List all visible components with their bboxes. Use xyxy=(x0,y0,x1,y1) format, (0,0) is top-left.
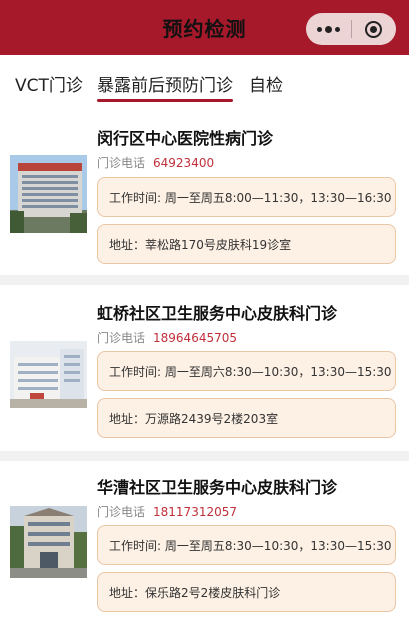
more-button[interactable] xyxy=(306,13,351,45)
clinic-card[interactable]: 虹桥社区卫生服务中心皮肤科门诊 门诊电话 18964645705 工作时间: 周一… xyxy=(0,285,409,451)
address-box: 地址：保乐路2号2楼皮肤科门诊 xyxy=(97,572,396,612)
phone-row: 门诊电话 18964645705 xyxy=(97,329,237,346)
mini-program-capsule xyxy=(306,13,396,45)
clinic-name: 华漕社区卫生服务中心皮肤科门诊 xyxy=(97,478,338,497)
clinic-photo xyxy=(10,155,87,233)
clinic-card[interactable]: 华漕社区卫生服务中心皮肤科门诊 门诊电话 18117312057 工作时间: 周一… xyxy=(0,461,409,639)
clinic-name: 虹桥社区卫生服务中心皮肤科门诊 xyxy=(97,304,338,323)
address-box: 地址：莘松路170号皮肤科19诊室 xyxy=(97,224,396,264)
tab-vct[interactable]: VCT门诊 xyxy=(15,71,83,96)
phone-number[interactable]: 64923400 xyxy=(153,156,214,170)
phone-label: 门诊电话 xyxy=(97,156,146,170)
tab-prep-pep[interactable]: 暴露前后预防门诊 xyxy=(97,71,233,96)
page-title: 预约检测 xyxy=(162,17,247,41)
hours-box: 工作时间: 周一至周六8:30—10:30，13:30—15:30 xyxy=(97,351,396,391)
phone-label: 门诊电话 xyxy=(97,331,146,345)
clinic-name: 闵行区中心医院性病门诊 xyxy=(97,129,274,148)
phone-label: 门诊电话 xyxy=(97,505,146,519)
card-separator xyxy=(0,451,409,461)
more-dots-icon xyxy=(316,25,340,33)
nav-bar: 预约检测 xyxy=(0,0,409,55)
tab-self-test[interactable]: 自检 xyxy=(249,71,283,96)
clinic-photo xyxy=(10,341,87,408)
phone-row: 门诊电话 64923400 xyxy=(97,154,214,171)
hours-box: 工作时间: 周一至周五8:00—11:30，13:30—16:30 xyxy=(97,177,396,217)
clinic-card[interactable]: 闵行区中心医院性病门诊 门诊电话 64923400 工作时间: 周一至周五8:00… xyxy=(0,105,409,275)
phone-number[interactable]: 18964645705 xyxy=(153,331,237,345)
address-box: 地址：万源路2439号2楼203室 xyxy=(97,398,396,438)
card-separator xyxy=(0,275,409,285)
close-button[interactable] xyxy=(352,13,397,45)
active-tab-indicator xyxy=(97,99,233,102)
clinic-photo xyxy=(10,506,87,578)
phone-number[interactable]: 18117312057 xyxy=(153,505,237,519)
phone-row: 门诊电话 18117312057 xyxy=(97,503,237,520)
close-target-icon xyxy=(365,20,383,38)
hours-box: 工作时间: 周一至周五8:30—10:30，13:30—15:30 xyxy=(97,525,396,565)
tab-bar: VCT门诊 暴露前后预防门诊 自检 xyxy=(0,55,409,105)
